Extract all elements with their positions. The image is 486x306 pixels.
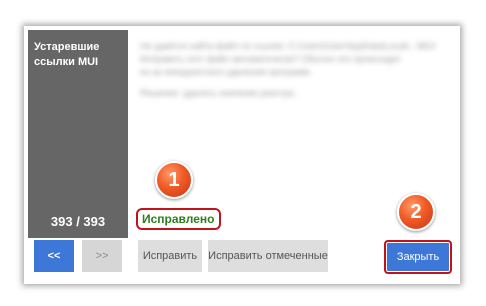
description-line: Решение: удалить значение реестра. — [140, 88, 297, 98]
close-button[interactable]: Закрыть — [384, 240, 452, 274]
description-line: Не удаётся найти файл по ссылке: C:\User… — [140, 41, 436, 51]
fix-button[interactable]: Исправить — [138, 240, 202, 272]
fix-selected-button[interactable]: Исправить отмеченные — [208, 240, 328, 272]
description-line: Исправить этот файл автоматически? Обычн… — [140, 54, 402, 64]
issue-description: Не удаётся найти файл по ссылке: C:\User… — [140, 40, 440, 100]
step-marker-1: 1 — [155, 161, 193, 199]
sidebar-panel: Устаревшие ссылки MUI 393 / 393 — [28, 30, 128, 238]
description-line: из-за некорректного удаления программ. — [140, 67, 312, 77]
fixed-status-label: Исправлено — [136, 208, 221, 230]
sidebar-title: Устаревшие ссылки MUI — [34, 41, 100, 68]
next-button[interactable]: >> — [82, 240, 122, 272]
item-counter: 393 / 393 — [50, 214, 106, 229]
previous-button[interactable]: << — [34, 240, 74, 272]
step-marker-2: 2 — [397, 193, 435, 231]
